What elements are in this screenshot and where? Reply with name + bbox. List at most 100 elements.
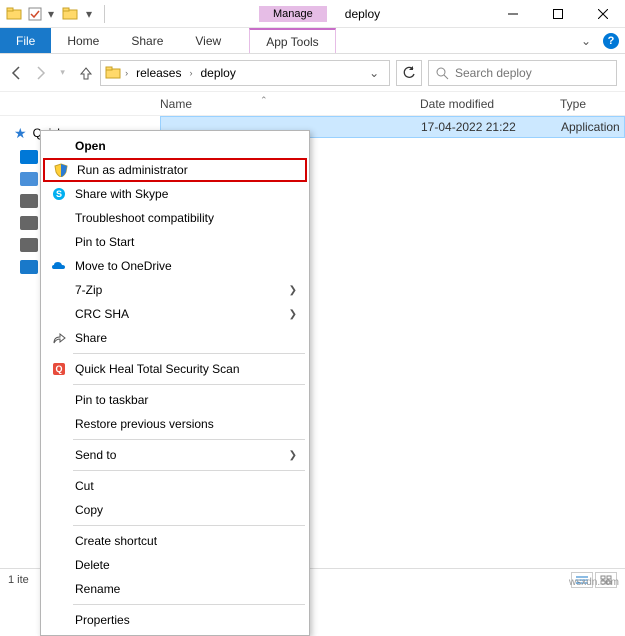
refresh-button[interactable] bbox=[396, 60, 422, 86]
home-tab[interactable]: Home bbox=[51, 28, 115, 53]
crumb-separator-icon[interactable]: › bbox=[189, 68, 192, 78]
help-icon[interactable]: ? bbox=[603, 33, 619, 49]
column-headers: Name ⌃ Date modified Type bbox=[0, 92, 625, 116]
ctx-restore-versions[interactable]: Restore previous versions bbox=[43, 412, 307, 436]
file-tab[interactable]: File bbox=[0, 28, 51, 53]
maximize-button[interactable] bbox=[535, 0, 580, 28]
menu-separator bbox=[73, 470, 305, 471]
title-bar: ▾ ▾ Manage deploy bbox=[0, 0, 625, 28]
menu-separator bbox=[73, 353, 305, 354]
onedrive-icon bbox=[51, 258, 67, 274]
qat-dropdown-icon-2[interactable]: ▾ bbox=[84, 7, 94, 21]
shield-icon bbox=[53, 162, 69, 178]
drive-icon[interactable] bbox=[20, 194, 38, 208]
share-arrow-icon bbox=[51, 330, 67, 346]
ctx-rename[interactable]: Rename bbox=[43, 577, 307, 601]
ctx-properties[interactable]: Properties bbox=[43, 608, 307, 632]
submenu-arrow-icon: ❯ bbox=[289, 285, 297, 296]
menu-separator bbox=[73, 525, 305, 526]
menu-separator bbox=[73, 439, 305, 440]
sort-indicator-icon: ⌃ bbox=[260, 95, 268, 106]
ctx-crc-sha[interactable]: CRC SHA ❯ bbox=[43, 302, 307, 326]
search-box[interactable] bbox=[428, 60, 617, 86]
onedrive-icon[interactable] bbox=[20, 150, 38, 164]
skype-icon: S bbox=[51, 186, 67, 202]
breadcrumb[interactable]: deploy bbox=[196, 66, 239, 80]
ribbon-collapse-icon[interactable]: ⌄ bbox=[577, 34, 595, 48]
drive-icon[interactable] bbox=[20, 216, 38, 230]
history-dropdown-icon[interactable]: ▾ bbox=[54, 63, 71, 83]
svg-text:Q: Q bbox=[55, 364, 62, 374]
drive-icon[interactable] bbox=[20, 238, 38, 252]
quick-heal-icon: Q bbox=[51, 361, 67, 377]
submenu-arrow-icon: ❯ bbox=[289, 309, 297, 320]
file-date-cell: 17-04-2022 21:22 bbox=[421, 120, 561, 134]
watermark: wsxdn.com bbox=[569, 577, 619, 588]
address-folder-icon bbox=[105, 65, 121, 81]
ctx-move-onedrive[interactable]: Move to OneDrive bbox=[43, 254, 307, 278]
context-menu: Open Run as administrator S Share with S… bbox=[40, 130, 310, 636]
column-header-date[interactable]: Date modified bbox=[420, 97, 560, 111]
back-button[interactable] bbox=[8, 63, 25, 83]
ctx-label: Share bbox=[75, 331, 107, 345]
ctx-share[interactable]: Share bbox=[43, 326, 307, 350]
quick-access-toolbar: ▾ bbox=[28, 7, 56, 21]
star-icon: ★ bbox=[14, 125, 27, 142]
ctx-create-shortcut[interactable]: Create shortcut bbox=[43, 529, 307, 553]
app-tools-tab[interactable]: App Tools bbox=[249, 28, 335, 53]
forward-button[interactable] bbox=[31, 63, 48, 83]
network-icon[interactable] bbox=[20, 260, 38, 274]
view-tab[interactable]: View bbox=[179, 28, 237, 53]
breadcrumb[interactable]: releases bbox=[132, 66, 185, 80]
address-bar[interactable]: › releases › deploy ⌄ bbox=[100, 60, 390, 86]
ctx-run-as-administrator[interactable]: Run as administrator bbox=[43, 158, 307, 182]
ctx-label: Send to bbox=[75, 448, 116, 462]
ctx-label: 7-Zip bbox=[75, 283, 102, 297]
menu-separator bbox=[73, 384, 305, 385]
ctx-7zip[interactable]: 7-Zip ❯ bbox=[43, 278, 307, 302]
search-icon bbox=[435, 66, 449, 80]
navigation-bar: ▾ › releases › deploy ⌄ bbox=[0, 54, 625, 92]
crumb-separator-icon[interactable]: › bbox=[125, 68, 128, 78]
ctx-delete[interactable]: Delete bbox=[43, 553, 307, 577]
ctx-quick-heal[interactable]: Q Quick Heal Total Security Scan bbox=[43, 357, 307, 381]
ctx-label: CRC SHA bbox=[75, 307, 129, 321]
ribbon-tabs: File Home Share View App Tools ⌄ ? bbox=[0, 28, 625, 54]
column-header-type[interactable]: Type bbox=[560, 97, 625, 111]
column-label: Name bbox=[160, 97, 192, 111]
manage-context-tab[interactable]: Manage bbox=[259, 6, 327, 22]
address-dropdown-icon[interactable]: ⌄ bbox=[363, 66, 385, 80]
ctx-share-skype[interactable]: S Share with Skype bbox=[43, 182, 307, 206]
window-title: deploy bbox=[345, 7, 380, 21]
folder-icon bbox=[6, 6, 22, 22]
ctx-label: Run as administrator bbox=[77, 163, 188, 177]
separator bbox=[104, 5, 105, 23]
ctx-label: Move to OneDrive bbox=[75, 259, 172, 273]
window-controls bbox=[490, 0, 625, 28]
submenu-arrow-icon: ❯ bbox=[289, 450, 297, 461]
ctx-label: Share with Skype bbox=[75, 187, 168, 201]
share-tab[interactable]: Share bbox=[115, 28, 179, 53]
ctx-pin-start[interactable]: Pin to Start bbox=[43, 230, 307, 254]
search-input[interactable] bbox=[455, 66, 610, 80]
svg-text:S: S bbox=[56, 189, 62, 199]
close-button[interactable] bbox=[580, 0, 625, 28]
file-type-cell: Application bbox=[561, 120, 624, 134]
column-header-name[interactable]: Name ⌃ bbox=[160, 97, 420, 111]
ctx-pin-taskbar[interactable]: Pin to taskbar bbox=[43, 388, 307, 412]
ribbon-right: ⌄ ? bbox=[577, 28, 625, 53]
qat-checkbox-icon[interactable] bbox=[28, 7, 42, 21]
ctx-open[interactable]: Open bbox=[43, 134, 307, 158]
status-text: 1 ite bbox=[8, 574, 29, 586]
qat-dropdown-icon[interactable]: ▾ bbox=[46, 7, 56, 21]
ctx-troubleshoot[interactable]: Troubleshoot compatibility bbox=[43, 206, 307, 230]
ctx-cut[interactable]: Cut bbox=[43, 474, 307, 498]
up-button[interactable] bbox=[77, 63, 94, 83]
minimize-button[interactable] bbox=[490, 0, 535, 28]
title-bar-left: ▾ ▾ bbox=[0, 5, 109, 23]
menu-separator bbox=[73, 604, 305, 605]
ctx-copy[interactable]: Copy bbox=[43, 498, 307, 522]
folder-icon-2 bbox=[62, 6, 78, 22]
this-pc-icon[interactable] bbox=[20, 172, 38, 186]
ctx-send-to[interactable]: Send to ❯ bbox=[43, 443, 307, 467]
